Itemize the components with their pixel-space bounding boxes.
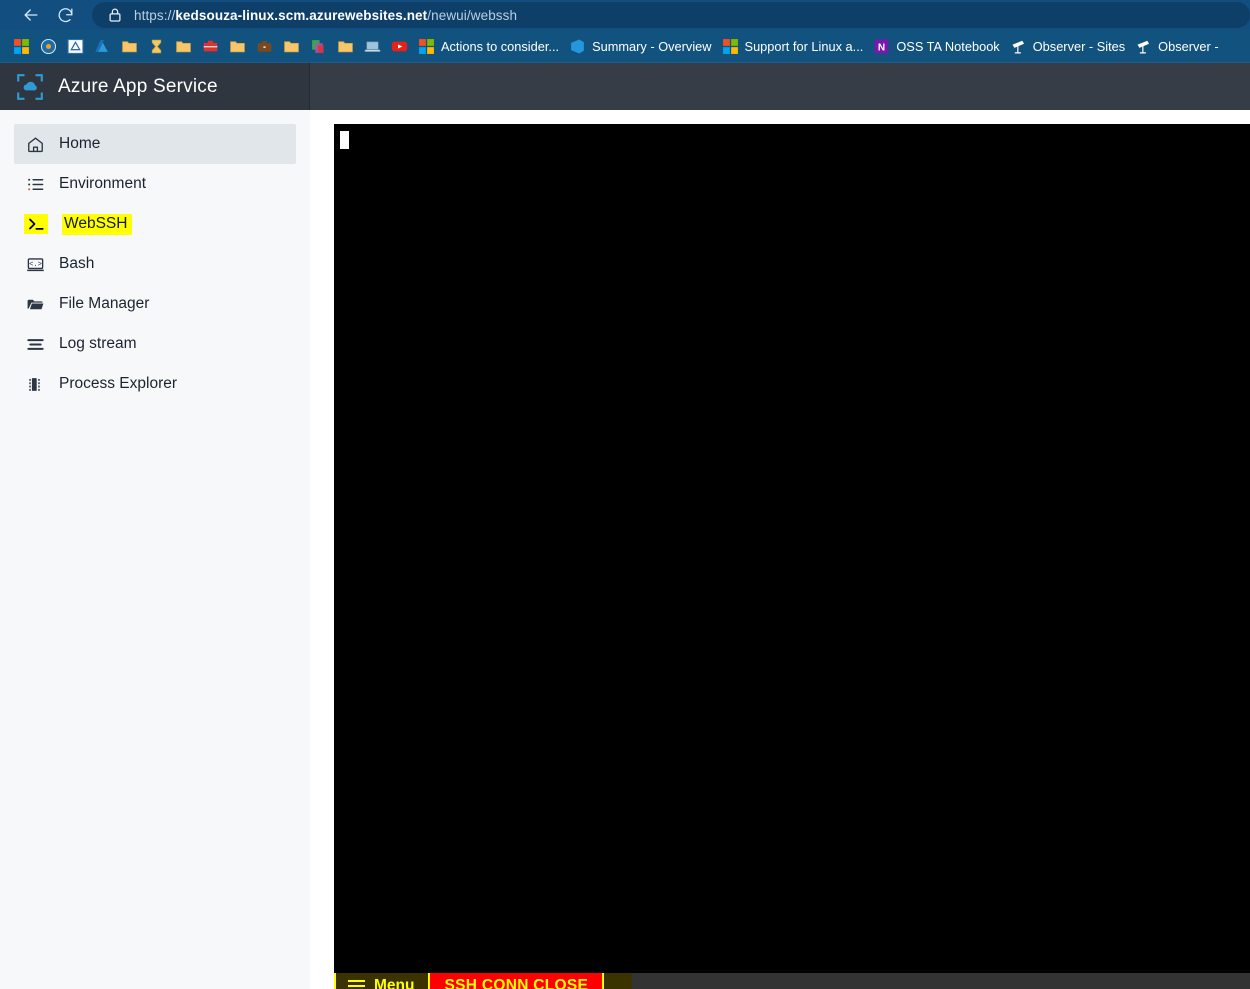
folder-icon: [283, 38, 300, 55]
environment-icon: [26, 175, 45, 194]
bookmark-briefcase[interactable]: [251, 33, 278, 59]
powerpoint-icon: [310, 38, 327, 55]
windows-icon: [13, 38, 30, 55]
bookmark-folder[interactable]: [170, 33, 197, 59]
sidebar-item-label: Log stream: [59, 335, 137, 352]
terminal-screen[interactable]: [334, 124, 1250, 973]
svg-text:N: N: [878, 42, 885, 53]
microsoft-icon: [418, 38, 435, 55]
redbox-icon: [202, 38, 219, 55]
bookmark-support-for-linux[interactable]: Support for Linux a...: [717, 33, 869, 59]
bookmark-label: Support for Linux a...: [744, 38, 864, 54]
sidebar-item-process-explorer[interactable]: Process Explorer: [14, 364, 296, 404]
bookmarks-bar[interactable]: Actions to consider... Summary - Overvie…: [0, 30, 1250, 62]
bookmark-laptop[interactable]: [359, 33, 386, 59]
terminal-menu-button[interactable]: Menu: [334, 973, 429, 989]
connection-status-label: SSH CONN CLOSE: [444, 977, 589, 989]
app-body: Home Environment WebSSH <.> Bash File Ma…: [0, 110, 1250, 989]
azure-app-service-logo: [16, 73, 44, 101]
sidebar-item-label: File Manager: [59, 295, 150, 312]
bookmark-label: OSS TA Notebook: [896, 38, 1000, 54]
lock-icon: [106, 6, 124, 24]
bookmark-observer-2[interactable]: Observer -: [1130, 33, 1223, 59]
sidebar-item-label: Process Explorer: [59, 375, 178, 392]
sidebar-item-home[interactable]: Home: [14, 124, 296, 164]
back-button[interactable]: [14, 1, 48, 29]
bookmark-actions-to-consider[interactable]: Actions to consider...: [413, 33, 564, 59]
reload-button[interactable]: [48, 1, 82, 29]
terminal-status-bar: Menu SSH CONN CLOSE: [334, 973, 1250, 989]
bookmark-azure[interactable]: [89, 33, 116, 59]
bash-console-icon: <.>: [26, 255, 45, 274]
url-text: https://kedsouza-linux.scm.azurewebsites…: [134, 7, 518, 23]
bookmark-summary-overview[interactable]: Summary - Overview: [564, 33, 716, 59]
sidebar-item-log-stream[interactable]: Log stream: [14, 324, 296, 364]
sidebar-item-file-manager[interactable]: File Manager: [14, 284, 296, 324]
bookmark-folder[interactable]: [278, 33, 305, 59]
webssh-terminal[interactable]: Menu SSH CONN CLOSE: [334, 124, 1250, 989]
bookmark-youtube[interactable]: [386, 33, 413, 59]
aem-icon: [67, 38, 84, 55]
hourglass-icon: [148, 38, 165, 55]
app-header: Azure App Service: [0, 62, 1250, 110]
sidebar-item-webssh[interactable]: WebSSH: [14, 204, 296, 244]
bookmark-oss-ta-notebook[interactable]: N OSS TA Notebook: [868, 33, 1004, 59]
folder-icon: [175, 38, 192, 55]
bookmark-hourglass[interactable]: [143, 33, 170, 59]
terminal-prompt-icon: [24, 214, 48, 234]
sidebar-item-environment[interactable]: Environment: [14, 164, 296, 204]
sidebar-item-label: WebSSH: [62, 213, 133, 235]
sidebar-item-label: Bash: [59, 255, 95, 272]
bookmark-globe[interactable]: [35, 33, 62, 59]
folder-icon: [229, 38, 246, 55]
briefcase-icon: [256, 38, 273, 55]
browser-chrome: https://kedsouza-linux.scm.azurewebsites…: [0, 0, 1250, 62]
azure-icon: [94, 38, 111, 55]
hamburger-icon: [348, 979, 365, 989]
status-bar-tail: [604, 973, 633, 989]
sidebar: Home Environment WebSSH <.> Bash File Ma…: [0, 110, 310, 989]
bookmark-label: Observer -: [1158, 38, 1219, 54]
bookmark-folder[interactable]: [116, 33, 143, 59]
onenote-icon: N: [873, 38, 890, 55]
laptop-icon: [364, 38, 381, 55]
bookmark-label: Summary - Overview: [592, 38, 712, 54]
status-badge: SSH CONN CLOSE: [428, 973, 605, 989]
address-bar[interactable]: https://kedsouza-linux.scm.azurewebsites…: [92, 2, 1250, 28]
terminal-cursor: [340, 131, 349, 149]
main-pane: Menu SSH CONN CLOSE: [310, 110, 1250, 989]
home-icon: [26, 135, 45, 154]
bookmark-aem[interactable]: [62, 33, 89, 59]
process-chip-icon: [26, 375, 45, 394]
log-lines-icon: [26, 335, 45, 354]
folder-open-icon: [26, 295, 45, 314]
telescope-icon: [1135, 38, 1152, 55]
status-bar-filler: [632, 973, 1250, 989]
app-header-spacer: [310, 63, 1250, 110]
browser-toolbar: https://kedsouza-linux.scm.azurewebsites…: [0, 0, 1250, 30]
svg-text:<.>: <.>: [29, 261, 42, 269]
globe-icon: [40, 38, 57, 55]
bookmark-windows[interactable]: [8, 33, 35, 59]
folder-icon: [121, 38, 138, 55]
youtube-icon: [391, 38, 408, 55]
sidebar-item-label: Environment: [59, 175, 147, 192]
terminal-menu-label: Menu: [374, 977, 415, 989]
bookmark-folder[interactable]: [224, 33, 251, 59]
azure-devops-icon: [569, 38, 586, 55]
folder-icon: [337, 38, 354, 55]
bookmark-label: Observer - Sites: [1032, 38, 1126, 54]
bookmark-folder[interactable]: [332, 33, 359, 59]
sidebar-item-label: Home: [59, 135, 101, 152]
sidebar-item-bash[interactable]: <.> Bash: [14, 244, 296, 284]
telescope-icon: [1010, 38, 1027, 55]
app-brand: Azure App Service: [0, 63, 310, 110]
bookmark-powerpoint[interactable]: [305, 33, 332, 59]
bookmark-observer-sites[interactable]: Observer - Sites: [1005, 33, 1130, 59]
bookmark-label: Actions to consider...: [441, 38, 560, 54]
page-title: Azure App Service: [58, 75, 218, 97]
microsoft-icon: [722, 38, 739, 55]
bookmark-redbox[interactable]: [197, 33, 224, 59]
